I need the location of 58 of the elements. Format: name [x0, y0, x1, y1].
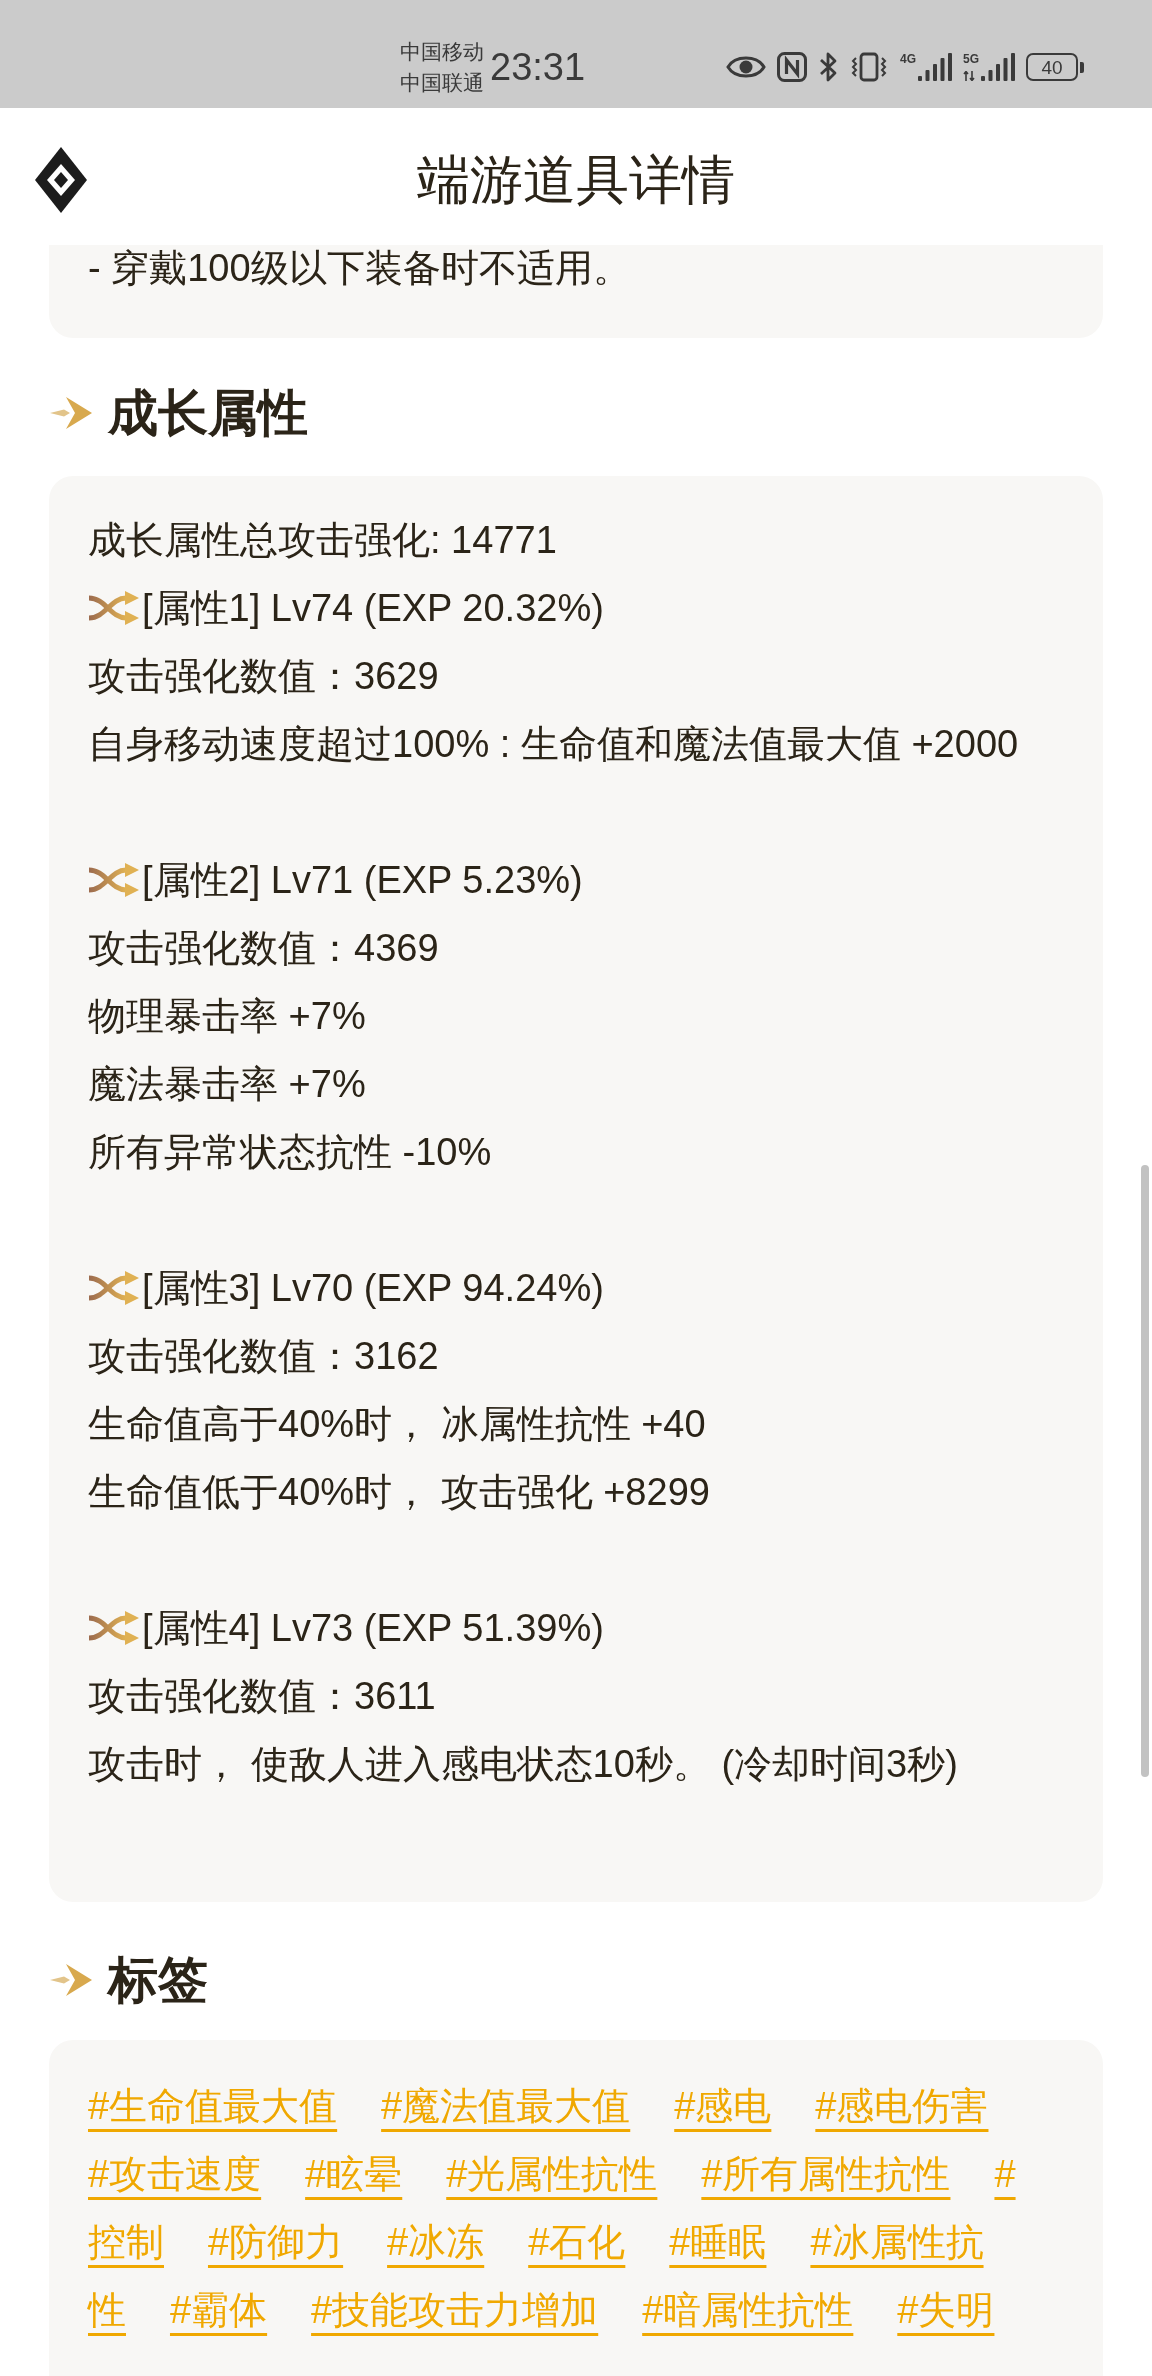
attribute-title: [属性1] Lv74 (EXP 20.32%) — [142, 586, 604, 631]
tag-link[interactable]: #石化 — [528, 2221, 626, 2263]
attribute-line: 物理暴击率 +7% — [88, 994, 367, 1039]
shuffle-icon — [88, 1611, 140, 1645]
attribute-line: 攻击时， 使敌人进入感电状态10秒。 (冷却时间3秒) — [88, 1742, 959, 1787]
shuffle-icon — [88, 863, 140, 897]
tag-link[interactable]: #攻击速度 — [88, 2153, 262, 2195]
tag-link[interactable]: #冰属性抗 — [810, 2221, 984, 2263]
attribute-title: [属性3] Lv70 (EXP 94.24%) — [142, 1266, 604, 1311]
tag-link[interactable]: #感电 — [674, 2085, 772, 2127]
attribute-line: 攻击强化数值：3162 — [88, 1334, 440, 1379]
attribute-line: 生命值高于40%时， 冰属性抗性 +40 — [88, 1402, 707, 1447]
signal-bars-icon — [981, 53, 1015, 81]
network-type-label: 5G — [963, 53, 979, 66]
battery-percentage: 40 — [1041, 57, 1063, 77]
page-title: 端游道具详情 — [416, 153, 736, 206]
signal-bars-icon — [918, 53, 952, 81]
nfc-icon — [776, 52, 807, 82]
shuffle-icon — [88, 591, 140, 625]
tag-link[interactable]: #感电伤害 — [815, 2085, 989, 2127]
attribute-title: [属性4] Lv73 (EXP 51.39%) — [142, 1606, 604, 1651]
clock-time: 23:31 — [490, 48, 586, 86]
tag-link[interactable]: #魔法值最大值 — [381, 2085, 631, 2127]
total-attack-text: 成长属性总攻击强化: 14771 — [88, 518, 558, 563]
tag-link[interactable]: #技能攻击力增加 — [311, 2289, 599, 2331]
tag-link[interactable]: #生命值最大值 — [88, 2085, 338, 2127]
scroll-thumb[interactable] — [1141, 1165, 1149, 1777]
tag-link[interactable]: #冰冻 — [387, 2221, 485, 2263]
attribute-line: 生命值低于40%时， 攻击强化 +8299 — [88, 1470, 711, 1515]
shuffle-icon — [88, 1271, 140, 1305]
attribute-line: 自身移动速度超过100% : 生命值和魔法值最大值 +2000 — [88, 722, 1020, 767]
attribute-line: 魔法暴击率 +7% — [88, 1062, 367, 1107]
tag-link[interactable]: 性 — [88, 2289, 126, 2331]
network-type-label: 4G — [899, 53, 916, 66]
eye-icon — [725, 54, 766, 80]
tag-link[interactable]: #霸体 — [169, 2289, 268, 2331]
tag-link[interactable]: #失明 — [897, 2289, 995, 2331]
tag-link[interactable]: #光属性抗性 — [446, 2153, 658, 2195]
section-title: 标签 — [108, 1955, 208, 2005]
tag-link[interactable]: #防御力 — [207, 2221, 344, 2263]
attribute-title: [属性2] Lv71 (EXP 5.23%) — [142, 858, 583, 903]
attribute-line: 所有异常状态抗性 -10% — [88, 1130, 493, 1175]
arrow-icon — [50, 395, 92, 431]
note-text: - 穿戴100级以下装备时不适用。 — [88, 246, 632, 291]
tag-link[interactable]: #睡眠 — [669, 2221, 767, 2263]
attribute-line: 攻击强化数值：3611 — [88, 1674, 437, 1719]
carrier-name: 中国联通 — [400, 70, 484, 96]
tag-link[interactable]: # — [994, 2153, 1016, 2195]
tag-link[interactable]: #暗属性抗性 — [642, 2289, 854, 2331]
section-title: 成长属性 — [108, 388, 308, 438]
diamond-logo-icon[interactable] — [35, 146, 87, 213]
arrow-icon — [50, 1962, 92, 1998]
tag-link[interactable]: #眩晕 — [305, 2153, 403, 2195]
attribute-line: 攻击强化数值：3629 — [88, 654, 440, 699]
tag-link[interactable]: 控制 — [88, 2221, 164, 2263]
tag-link[interactable]: #所有属性抗性 — [701, 2153, 951, 2195]
carrier-name: 中国移动 — [400, 39, 484, 65]
attribute-line: 攻击强化数值：4369 — [88, 926, 440, 971]
